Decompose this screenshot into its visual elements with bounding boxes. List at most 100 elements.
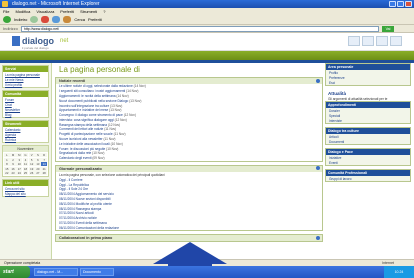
sidebar-link[interactable]: Blog xyxy=(3,112,48,117)
news-item-date: (10 Nov) xyxy=(110,141,123,146)
taskbar-item-browser[interactable]: dialogo.net - M... xyxy=(34,268,78,276)
maximize-button[interactable] xyxy=(397,1,404,7)
refresh-button[interactable] xyxy=(52,16,61,23)
site-logo-suffix: net xyxy=(60,38,69,44)
news-item-text: I seguenti siti consultano i nostri aggi… xyxy=(59,89,126,94)
calendar-day[interactable]: 12 xyxy=(28,162,35,166)
calendar-day[interactable]: 14 xyxy=(41,162,47,166)
home-button[interactable] xyxy=(63,16,72,23)
menu-file[interactable]: File xyxy=(3,8,9,15)
calendar-day[interactable]: 4 xyxy=(22,157,29,162)
calendar-day[interactable]: 8 xyxy=(4,162,10,166)
calendar-day[interactable]: 5 xyxy=(28,157,35,162)
calendar-grid: L M M G V S D 1 2 3 4 5 6 7 8 9 10 11 12 13 14 15 16 17 18 19 20 21… xyxy=(3,152,48,176)
left-sidebar: Servizi La mia pagina personale Le mie N… xyxy=(0,63,52,263)
calendar-day[interactable]: 16 xyxy=(10,166,16,171)
news-panel: Notizie recenti Le ultime notizie di ogg… xyxy=(55,77,323,162)
right-panel-link[interactable]: Documenti xyxy=(326,139,410,144)
menu-tools[interactable]: Strumenti xyxy=(80,8,97,15)
banner-tile[interactable] xyxy=(376,36,388,46)
news-list: Le ultime notizie di oggi, selezionate d… xyxy=(56,84,322,161)
status-text: Operazione completata xyxy=(4,261,41,265)
dated-list: 08/11/2004 Aggiornamento del servizio 08/… xyxy=(56,192,322,230)
news-item[interactable]: Calendario degli eventi (09 Nov) xyxy=(56,156,322,161)
news-item-text: Forum: le discussioni più seguite xyxy=(59,146,106,151)
right-panel-account: Area personale Profilo Preferenze Esci xyxy=(325,63,411,86)
calendar-day[interactable]: 24 xyxy=(16,171,23,175)
pointer-arrow-icon xyxy=(153,242,227,264)
calendar-day[interactable]: 26 xyxy=(28,171,35,175)
address-input[interactable]: http://www.dialogo.net/ xyxy=(20,25,379,32)
menu-favorites[interactable]: Preferiti xyxy=(60,8,74,15)
start-button[interactable]: start xyxy=(0,266,30,278)
calendar-day[interactable]: 1 xyxy=(4,157,10,162)
right-panel-link[interactable]: Interviste xyxy=(326,118,410,123)
right-panel-link[interactable]: Esci xyxy=(326,80,410,85)
sidebar-link[interactable]: Mappa del sito xyxy=(3,191,48,196)
calendar-day[interactable]: 18 xyxy=(22,166,29,171)
window-title: dialogo.net - Microsoft Internet Explore… xyxy=(12,1,100,7)
site-tagline: il portale del dialogo xyxy=(22,46,49,50)
calendar-day[interactable]: 23 xyxy=(10,171,16,175)
address-bar: Indirizzo http://www.dialogo.net/ Vai xyxy=(0,25,414,33)
calendar-day[interactable]: 19 xyxy=(28,166,35,171)
calendar-day[interactable]: 6 xyxy=(35,157,41,162)
back-button[interactable] xyxy=(3,16,11,23)
news-panel-title-text: Notizie recenti xyxy=(59,79,85,83)
calendar-day[interactable]: 21 xyxy=(41,166,47,171)
menu-edit[interactable]: Modifica xyxy=(15,8,30,15)
news-item-date: (13 Nov) xyxy=(109,108,122,113)
banner-tile[interactable] xyxy=(390,36,402,46)
taskbar-item-document[interactable]: Documento xyxy=(80,268,114,276)
minimize-button[interactable] xyxy=(389,1,396,7)
search-button[interactable]: Cerca xyxy=(74,17,85,22)
banner-tile[interactable] xyxy=(348,36,360,46)
calendar-day[interactable]: 25 xyxy=(22,171,29,175)
stop-button[interactable] xyxy=(41,16,50,23)
calendar-day[interactable]: 13 xyxy=(35,162,41,166)
panel-options-icon[interactable] xyxy=(316,235,320,240)
calendar-day[interactable]: 2 xyxy=(10,157,16,162)
menu-help[interactable]: ? xyxy=(103,8,105,15)
calendar-day[interactable]: 7 xyxy=(41,157,47,162)
calendar-day[interactable]: 3 xyxy=(16,157,23,162)
news-item-date: (12 Nov) xyxy=(107,122,121,127)
personal-news-panel: Giornale personalizzato La mia pagina pe… xyxy=(55,164,323,232)
sidebar-box-links: Link utili Cerca nel sito Mappa del sito xyxy=(2,179,49,197)
news-item-text: Rassegna stampa della settimana xyxy=(59,122,108,127)
calendar-day[interactable]: 20 xyxy=(35,166,41,171)
calendar-day[interactable]: 22 xyxy=(4,171,10,175)
collab-panel-title-text: Collaborazioni in primo piano xyxy=(59,236,113,241)
news-item-date: (14 Nov) xyxy=(133,84,146,89)
favorites-button[interactable]: Preferiti xyxy=(88,17,102,22)
menu-view[interactable]: Visualizza xyxy=(36,8,54,15)
news-item-text: Commenti dei lettori alle notizie xyxy=(59,127,104,132)
go-button[interactable]: Vai xyxy=(382,25,394,32)
calendar-day: G xyxy=(22,153,29,157)
sidebar-link[interactable]: Rubrica xyxy=(3,137,48,142)
banner-tile[interactable] xyxy=(362,36,374,46)
dated-item[interactable]: 06/11/2004 Comunicazioni della redazione xyxy=(56,225,322,230)
close-button[interactable] xyxy=(405,1,412,7)
sidebar-link[interactable]: Il mio profilo xyxy=(3,82,48,87)
news-item-text: Progetti di partecipazione nelle scuole xyxy=(59,132,113,137)
news-item-date: (13 Nov) xyxy=(110,103,123,108)
news-item-text: Nuovi documenti pubblicati nella sezione… xyxy=(59,98,129,103)
panel-options-icon[interactable] xyxy=(316,78,320,83)
news-item-date: (14 Nov) xyxy=(116,93,129,98)
calendar-day[interactable]: 11 xyxy=(22,162,29,166)
right-panel-link[interactable]: Gruppi di lavoro xyxy=(326,176,410,181)
calendar-day[interactable]: 17 xyxy=(16,166,23,171)
calendar-day: L xyxy=(4,153,10,157)
right-panel-link[interactable]: Eventi xyxy=(326,160,410,165)
site-logo[interactable]: dialogo xyxy=(22,36,54,46)
calendar-day[interactable]: 27 xyxy=(35,171,41,175)
calendar-day[interactable]: 28 xyxy=(41,171,47,175)
news-item-date: (14 Nov) xyxy=(126,89,139,94)
calendar-day[interactable]: 15 xyxy=(4,166,10,171)
calendar-day[interactable]: 9 xyxy=(10,162,16,166)
forward-button[interactable] xyxy=(30,16,39,23)
calendar-day[interactable]: 10 xyxy=(16,162,23,166)
news-item-date: (11 Nov) xyxy=(103,136,116,141)
panel-options-icon[interactable] xyxy=(316,166,320,170)
